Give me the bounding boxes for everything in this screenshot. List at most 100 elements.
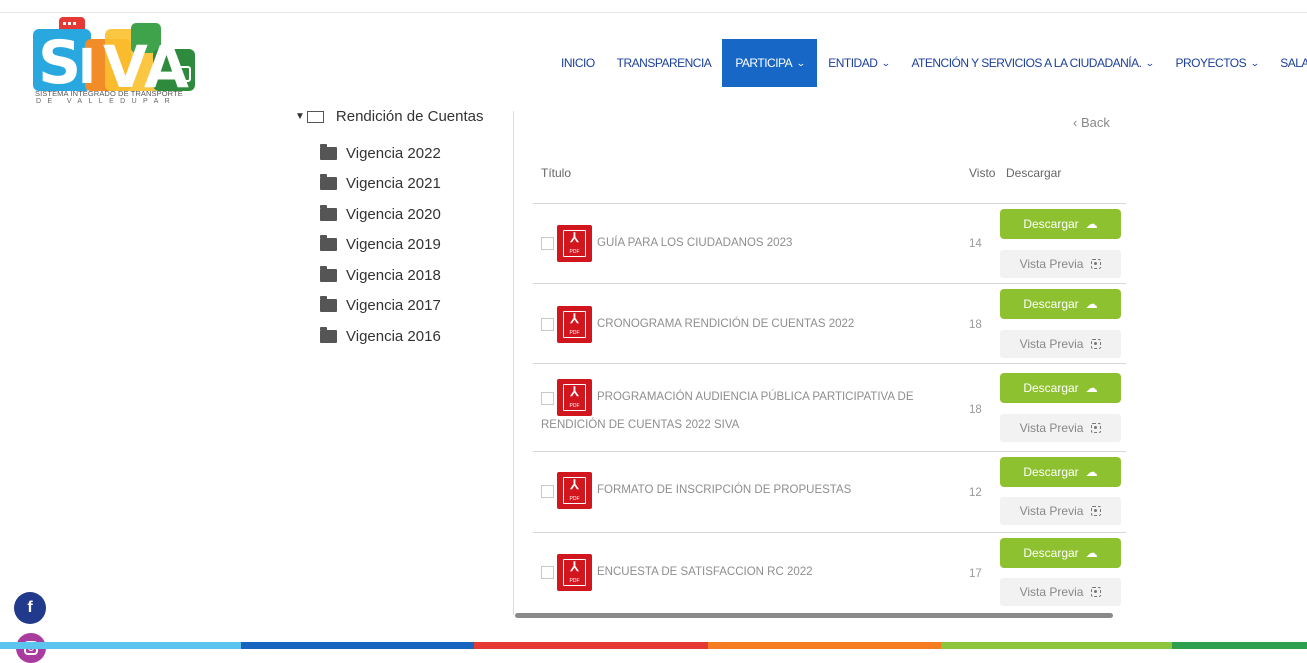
nav-item-transparencia[interactable]: TRANSPARENCIA bbox=[606, 39, 723, 87]
column-header-title: Título bbox=[541, 166, 572, 180]
cloud-upload-icon: ☁ bbox=[1085, 297, 1098, 311]
download-button[interactable]: Descargar ☁ bbox=[1000, 457, 1121, 487]
preview-button[interactable]: Vista Previa bbox=[1000, 250, 1121, 278]
back-link[interactable]: ‹ Back bbox=[1073, 115, 1110, 130]
column-header-views: Visto bbox=[969, 166, 996, 180]
tree-item-vigencia-2019[interactable]: Vigencia 2019 bbox=[320, 230, 441, 261]
nav-item-participa[interactable]: PARTICIPA ⌄ bbox=[722, 39, 818, 87]
horizontal-scrollbar[interactable] bbox=[515, 613, 1113, 618]
logo-city: DE VALLEDUPAR bbox=[36, 98, 177, 105]
document-title[interactable]: GUÍA PARA LOS CIUDADANOS 2023 bbox=[597, 237, 792, 249]
preview-button[interactable]: Vista Previa bbox=[1000, 330, 1121, 358]
cloud-upload-icon: ☁ bbox=[1085, 381, 1098, 395]
view-count: 18 bbox=[969, 404, 982, 416]
pdf-icon: ⅄ PDF bbox=[557, 472, 592, 509]
logo-subtitle: SISTEMA INTEGRADO DE TRANSPORTE bbox=[35, 89, 183, 98]
color-bar-segment bbox=[708, 642, 941, 649]
row-checkbox[interactable] bbox=[541, 485, 554, 498]
folder-icon bbox=[320, 265, 337, 282]
color-bar-segment bbox=[241, 642, 474, 649]
row-checkbox[interactable] bbox=[541, 392, 554, 405]
svg-text:S: S bbox=[38, 28, 81, 98]
download-label: Descargar bbox=[1023, 217, 1079, 231]
preview-button[interactable]: Vista Previa bbox=[1000, 497, 1121, 525]
svg-text:I: I bbox=[78, 39, 96, 95]
nav-label: TRANSPARENCIA bbox=[616, 56, 712, 70]
tree-item-vigencia-2017[interactable]: Vigencia 2017 bbox=[320, 291, 441, 322]
nav-item-sala[interactable]: SALA DE PRI bbox=[1269, 39, 1307, 87]
chevron-down-icon: ⌄ bbox=[1145, 57, 1155, 68]
folder-icon bbox=[320, 143, 337, 160]
nav-item-atencion[interactable]: ATENCIÓN Y SERVICIOS A LA CIUDADANÍA. ⌄ bbox=[900, 39, 1164, 87]
panel-divider bbox=[513, 111, 514, 615]
preview-label: Vista Previa bbox=[1019, 421, 1084, 435]
nav-item-proyectos[interactable]: PROYECTOS ⌄ bbox=[1165, 39, 1270, 87]
nav-label: PARTICIPA bbox=[735, 56, 793, 70]
pdf-icon: ⅄ PDF bbox=[557, 554, 592, 591]
scan-icon bbox=[1091, 259, 1102, 269]
tree-item-vigencia-2020[interactable]: Vigencia 2020 bbox=[320, 199, 441, 230]
pdf-icon: ⅄ PDF bbox=[557, 306, 592, 343]
scan-icon bbox=[1091, 587, 1102, 597]
view-count: 12 bbox=[969, 487, 982, 499]
nav-label: SALA DE PRI bbox=[1280, 56, 1307, 70]
document-title[interactable]: ENCUESTA DE SATISFACCION RC 2022 bbox=[597, 566, 813, 578]
view-count: 18 bbox=[969, 319, 982, 331]
preview-label: Vista Previa bbox=[1019, 585, 1084, 599]
folder-open-icon bbox=[306, 110, 324, 123]
tree-item-label: Vigencia 2020 bbox=[346, 205, 441, 223]
download-button[interactable]: Descargar ☁ bbox=[1000, 538, 1121, 568]
row-checkbox[interactable] bbox=[541, 566, 554, 579]
color-bar-segment bbox=[474, 642, 708, 649]
color-bar-segment bbox=[1172, 642, 1307, 649]
download-label: Descargar bbox=[1023, 381, 1079, 395]
top-border bbox=[0, 12, 1307, 13]
row-checkbox[interactable] bbox=[541, 318, 554, 331]
preview-label: Vista Previa bbox=[1019, 337, 1084, 351]
table-row: ⅄ PDF GUÍA PARA LOS CIUDADANOS 2023 14 De… bbox=[533, 204, 1126, 284]
tree-item-vigencia-2021[interactable]: Vigencia 2021 bbox=[320, 169, 441, 200]
tree-item-label: Vigencia 2019 bbox=[346, 236, 441, 254]
tree-root-rendicion[interactable]: ▼ Rendición de Cuentas bbox=[295, 108, 484, 125]
preview-button[interactable]: Vista Previa bbox=[1000, 578, 1121, 606]
folder-icon bbox=[320, 204, 337, 221]
pdf-icon: ⅄ PDF bbox=[557, 225, 592, 262]
folder-icon bbox=[320, 174, 337, 191]
footer-color-bar bbox=[0, 642, 1307, 649]
download-button[interactable]: Descargar ☁ bbox=[1000, 373, 1121, 403]
tree-item-label: Vigencia 2018 bbox=[346, 266, 441, 284]
nav-label: INICIO bbox=[561, 56, 595, 70]
row-checkbox[interactable] bbox=[541, 237, 554, 250]
tree-item-vigencia-2016[interactable]: Vigencia 2016 bbox=[320, 321, 441, 352]
nav-label: PROYECTOS bbox=[1175, 56, 1247, 70]
document-title[interactable]: PROGRAMACIÓN AUDIENCIA PÚBLICA PARTICIPA… bbox=[597, 391, 914, 403]
nav-item-inicio[interactable]: INICIO bbox=[550, 39, 606, 87]
download-label: Descargar bbox=[1023, 546, 1079, 560]
document-title[interactable]: CRONOGRAMA RENDICIÓN DE CUENTAS 2022 bbox=[597, 318, 854, 330]
caret-down-icon[interactable]: ▼ bbox=[295, 111, 305, 122]
document-title-continued[interactable]: RENDICIÓN DE CUENTAS 2022 SIVA bbox=[541, 419, 739, 431]
cloud-upload-icon: ☁ bbox=[1085, 217, 1098, 231]
tree-list: Vigencia 2022 Vigencia 2021 Vigencia 202… bbox=[320, 138, 441, 352]
tree-item-vigencia-2022[interactable]: Vigencia 2022 bbox=[320, 138, 441, 169]
cloud-upload-icon: ☁ bbox=[1085, 546, 1098, 560]
view-count: 17 bbox=[969, 568, 982, 580]
preview-button[interactable]: Vista Previa bbox=[1000, 414, 1121, 442]
folder-icon bbox=[320, 296, 337, 313]
chevron-down-icon: ⌄ bbox=[1250, 57, 1260, 68]
color-bar-segment bbox=[0, 642, 241, 649]
column-header-download: Descargar bbox=[1006, 166, 1062, 180]
facebook-icon[interactable]: f bbox=[14, 592, 46, 624]
view-count: 14 bbox=[969, 238, 982, 250]
document-title[interactable]: FORMATO DE INSCRIPCIÓN DE PROPUESTAS bbox=[597, 484, 851, 496]
table-row: ⅄ PDF PROGRAMACIÓN AUDIENCIA PÚBLICA PART… bbox=[533, 364, 1126, 452]
scan-icon bbox=[1091, 506, 1102, 516]
download-button[interactable]: Descargar ☁ bbox=[1000, 289, 1121, 319]
tree-item-vigencia-2018[interactable]: Vigencia 2018 bbox=[320, 260, 441, 291]
nav-label: ATENCIÓN Y SERVICIOS A LA CIUDADANÍA. bbox=[911, 56, 1142, 70]
download-label: Descargar bbox=[1023, 465, 1079, 479]
tree-root-label: Rendición de Cuentas bbox=[335, 108, 484, 125]
nav-item-entidad[interactable]: ENTIDAD ⌄ bbox=[817, 39, 900, 87]
download-button[interactable]: Descargar ☁ bbox=[1000, 209, 1121, 239]
table-row: ⅄ PDF CRONOGRAMA RENDICIÓN DE CUENTAS 202… bbox=[533, 284, 1126, 364]
